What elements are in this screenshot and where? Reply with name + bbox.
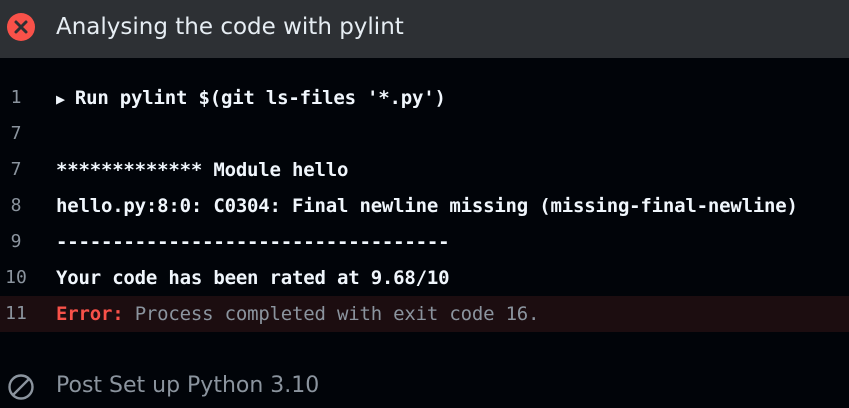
log-text: Error: Process completed with exit code … (56, 296, 539, 332)
line-number[interactable]: 1 (0, 80, 32, 116)
line-number[interactable]: 10 (0, 260, 32, 296)
log-line[interactable]: 1 ▶ Run pylint $(git ls-files '*.py') (0, 80, 849, 116)
error-label: Error: (56, 303, 124, 325)
line-number[interactable]: 9 (0, 224, 32, 260)
log-text: hello.py:8:0: C0304: Final newline missi… (56, 195, 798, 217)
step-title: Post Set up Python 3.10 (56, 373, 320, 398)
error-message: Process completed with exit code 16. (134, 303, 540, 325)
log-output: 1 ▶ Run pylint $(git ls-files '*.py') 7 7… (0, 80, 849, 332)
skipped-icon (8, 374, 34, 400)
caret-right-icon: ▶ (56, 90, 65, 108)
log-text: ************* Module hello (56, 159, 349, 181)
log-line: 10 Your code has been rated at 9.68/10 (0, 260, 849, 296)
log-line: 9 ----------------------------------- (0, 224, 849, 260)
step-title: Analysing the code with pylint (56, 14, 404, 40)
line-number[interactable]: 7 (0, 116, 32, 152)
log-line-error: 11 Error: Process completed with exit co… (0, 296, 849, 332)
log-text: ----------------------------------- (56, 231, 450, 253)
log-text: Run pylint $(git ls-files '*.py') (74, 87, 446, 109)
log-line: 8 hello.py:8:0: C0304: Final newline mis… (0, 188, 849, 224)
step-header-post-setup-python[interactable]: Post Set up Python 3.10 (0, 368, 849, 408)
log-line: 7 ************* Module hello (0, 152, 849, 188)
line-number[interactable]: 8 (0, 188, 32, 224)
log-text: Your code has been rated at 9.68/10 (56, 267, 450, 289)
x-circle-icon (7, 13, 35, 41)
log-group-toggle[interactable]: ▶ Run pylint $(git ls-files '*.py') (56, 80, 446, 117)
line-number[interactable]: 7 (0, 152, 32, 188)
log-line: 7 (0, 116, 849, 152)
step-header[interactable]: Analysing the code with pylint (0, 0, 849, 58)
line-number[interactable]: 11 (0, 296, 32, 332)
